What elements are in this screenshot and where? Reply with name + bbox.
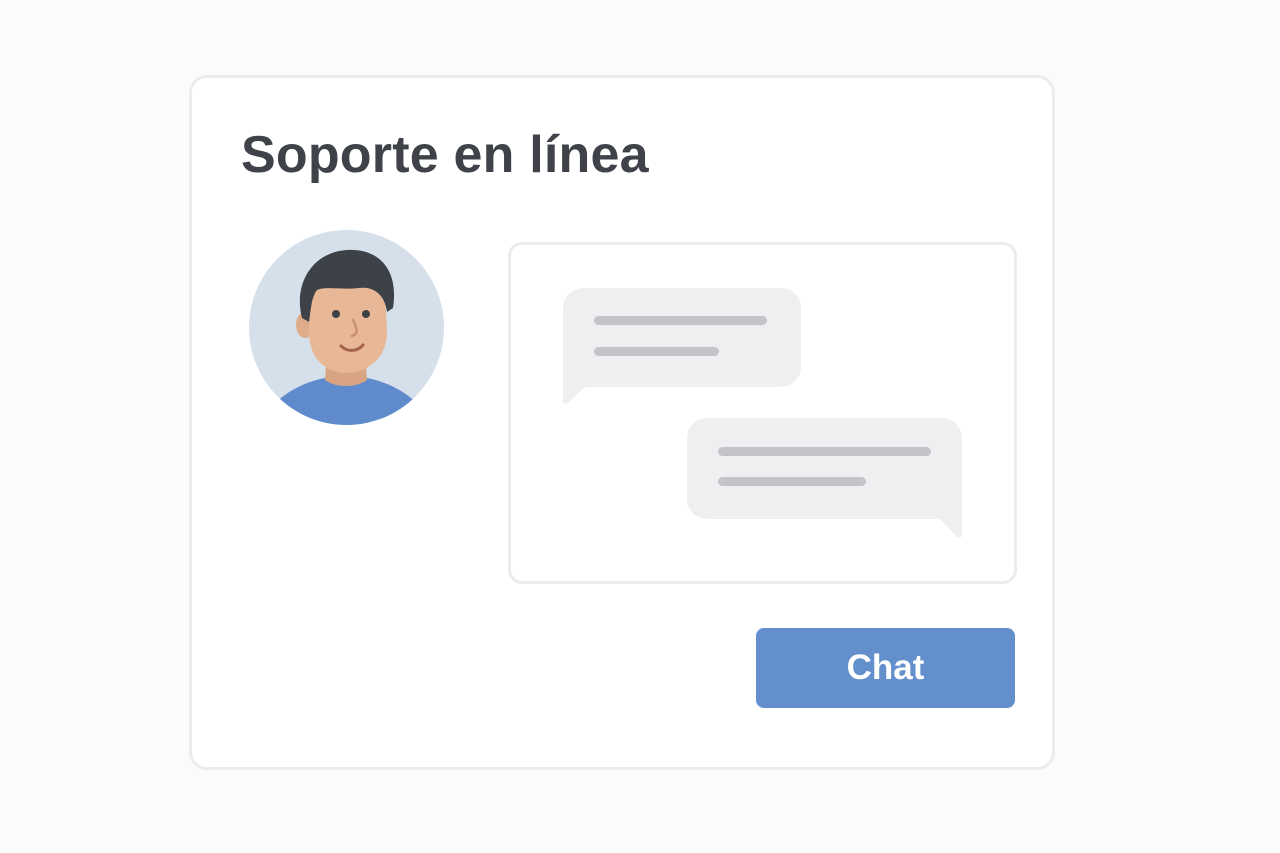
- person-icon: [249, 230, 444, 425]
- chat-preview-panel: [508, 242, 1017, 584]
- support-card: Soporte en línea Chat: [189, 75, 1055, 770]
- page-title: Soporte en línea: [241, 126, 649, 184]
- incoming-message-bubble-icon: [563, 288, 801, 404]
- chat-button[interactable]: Chat: [756, 628, 1015, 708]
- outgoing-message-bubble-icon: [687, 418, 962, 538]
- support-agent-avatar: [247, 228, 446, 427]
